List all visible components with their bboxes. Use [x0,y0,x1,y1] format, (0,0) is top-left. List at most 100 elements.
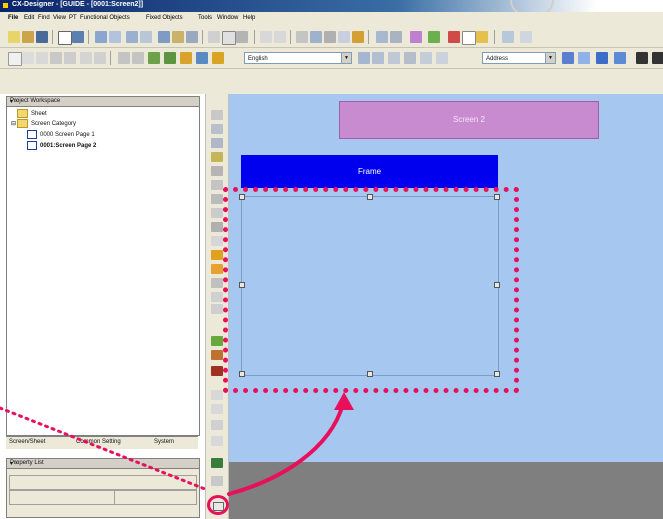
library-icon[interactable] [596,52,608,64]
new-icon[interactable] [8,31,20,43]
delete-icon[interactable] [338,31,350,43]
black-square-icon[interactable] [652,52,663,64]
test-icon[interactable] [410,31,422,43]
group-icon[interactable] [310,31,322,43]
chart-icon[interactable] [158,31,170,43]
arc-icon[interactable] [94,52,106,64]
bold-icon[interactable] [372,52,384,64]
level-tool-icon[interactable] [211,404,223,414]
stop-icon[interactable] [448,31,460,43]
frame-tool-icon[interactable] [211,222,223,232]
window-icon[interactable] [502,31,514,43]
menu-find[interactable]: Find [38,15,50,21]
fill-icon[interactable] [118,52,130,64]
text-icon[interactable] [358,52,370,64]
menu-file[interactable]: File [8,15,18,21]
align-center-icon[interactable] [420,52,432,64]
bitmap-tool-icon[interactable] [211,336,223,346]
save-icon[interactable] [36,31,48,43]
menu-window[interactable]: Window [217,15,238,21]
tree-item-screen-page-2[interactable]: 0001:Screen Page 2 [27,141,96,150]
screen-label[interactable]: Screen 2 [339,101,599,139]
expand-icon[interactable]: ⊟ [11,121,16,127]
menu-edit[interactable]: Edit [24,15,34,21]
numeral-display-icon[interactable] [211,180,223,190]
palette-icon[interactable] [212,52,224,64]
tab-common-setting[interactable]: Common Setting [76,439,121,445]
lamp-icon[interactable] [180,52,192,64]
window-arrange-icon[interactable] [614,52,626,64]
transfer-icon[interactable] [428,31,440,43]
open-icon[interactable] [22,31,34,43]
link-icon[interactable] [186,31,198,43]
tab-screen-sheet[interactable]: Screen/Sheet [9,439,45,445]
cut-icon[interactable] [208,31,220,43]
chevron-down-icon[interactable]: ▼ [545,53,555,63]
polygon-icon[interactable] [64,52,76,64]
undo-icon[interactable] [260,31,272,43]
objects-icon[interactable] [164,52,176,64]
page-icon[interactable] [58,31,72,45]
string-display-icon[interactable] [211,194,223,204]
ellipse-icon[interactable] [80,52,92,64]
blank-icon[interactable] [462,31,476,45]
tree-item-screen-category[interactable]: ⊟ Screen Category [11,119,76,128]
copy-icon[interactable] [222,31,236,45]
text-tool-icon[interactable] [211,236,223,246]
panel-controls[interactable]: ▾ × [10,98,195,105]
folder-icon[interactable] [476,31,488,43]
video-tool-icon[interactable] [211,292,223,302]
panel-controls[interactable]: ▾ × [10,460,195,467]
data-block-icon[interactable] [211,476,223,486]
address-select[interactable]: Address ▼ [482,52,556,64]
grid-icon[interactable] [95,31,107,43]
word-button-icon[interactable] [211,138,223,148]
tab-system[interactable]: System [154,439,174,445]
black-square-icon[interactable] [636,52,648,64]
rect-icon[interactable] [8,52,22,66]
zoom-icon[interactable] [578,52,590,64]
time-tool-icon[interactable] [211,278,223,288]
disk-icon[interactable] [72,31,84,43]
menu-help[interactable]: Help [243,15,255,21]
circle-icon[interactable] [22,52,34,64]
find-icon[interactable] [376,31,388,43]
italic-icon[interactable] [388,52,400,64]
paste-icon[interactable] [236,31,248,43]
package-icon[interactable] [172,31,184,43]
broken-line-icon[interactable] [211,304,223,314]
list-selection-icon[interactable] [211,208,223,218]
extra-icon[interactable] [520,31,532,43]
screen-icon[interactable] [196,52,208,64]
line-icon[interactable] [36,52,48,64]
graph-tool-icon[interactable] [211,436,223,446]
fixed-object-icon[interactable] [211,110,223,120]
property-icon[interactable] [352,31,364,43]
address-icon[interactable] [562,52,574,64]
display-tool-icon[interactable] [211,166,223,176]
redo-icon[interactable] [274,31,286,43]
tree-item-screen-page-1[interactable]: 0000 Screen Page 1 [27,130,95,139]
bar-graph-icon[interactable] [211,458,223,468]
meter-tool-icon[interactable] [211,420,223,430]
lamp-tool-icon[interactable] [211,152,223,162]
table-icon[interactable] [140,31,152,43]
table-tool-icon[interactable] [211,366,223,376]
frame-tool-icon[interactable] [213,502,224,511]
order-icon[interactable] [324,31,336,43]
date-tool-icon[interactable] [211,264,223,274]
property-row[interactable] [9,475,197,490]
align-left-icon[interactable] [404,52,416,64]
move-icon[interactable] [148,52,160,64]
view-icon[interactable] [126,31,138,43]
menu-fixed-objects[interactable]: Fixed Objects [146,15,183,21]
tree-item-sheet[interactable]: Sheet [17,109,47,118]
edge-icon[interactable] [132,52,144,64]
align-right-icon[interactable] [436,52,448,64]
language-select[interactable]: English ▼ [244,52,352,64]
menu-tools[interactable]: Tools [198,15,212,21]
menu-view[interactable]: View [53,15,66,21]
frame-title-bar[interactable]: Frame [241,155,498,188]
property-row[interactable] [9,490,197,505]
button-tool-icon[interactable] [211,124,223,134]
